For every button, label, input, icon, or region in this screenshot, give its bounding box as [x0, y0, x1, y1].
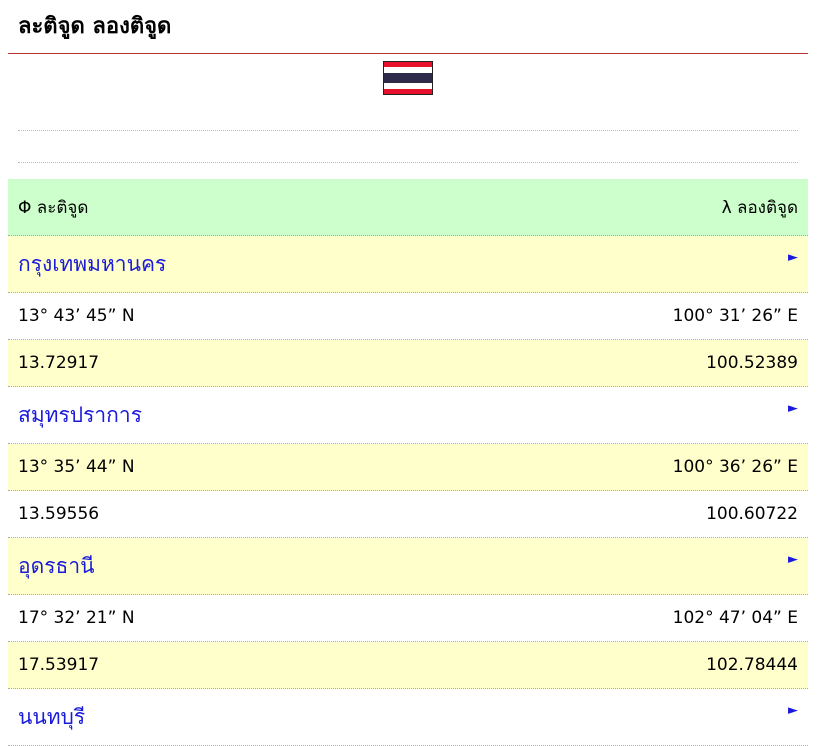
dms-row: 13° 35’ 44” N 100° 36’ 26” E — [8, 444, 808, 491]
dms-row: 13° 43’ 45” N 100° 31’ 26” E — [8, 293, 808, 340]
decimal-row: 13.72917 100.52389 — [8, 340, 808, 387]
thailand-flag-icon — [383, 61, 433, 95]
city-link[interactable]: อุดรธานี — [18, 538, 95, 595]
latitude-dms: 13° 43’ 45” N — [18, 306, 135, 326]
city-link[interactable]: นนทบุรี — [18, 689, 85, 746]
longitude-decimal: 100.52389 — [706, 353, 798, 373]
latitude-decimal: 17.53917 — [18, 655, 100, 675]
divider — [18, 100, 798, 131]
city-row[interactable]: กรุงเทพมหานคร ► — [8, 236, 808, 293]
longitude-decimal: 100.60722 — [706, 504, 798, 524]
decimal-row: 13.59556 100.60722 — [8, 491, 808, 538]
latitude-decimal: 13.59556 — [18, 504, 100, 524]
dms-row: 17° 32’ 21” N 102° 47’ 04” E — [8, 595, 808, 642]
longitude-dms: 100° 36’ 26” E — [672, 457, 798, 477]
latitude-dms: 13° 35’ 44” N — [18, 457, 135, 477]
longitude-decimal: 102.78444 — [706, 655, 798, 675]
city-row[interactable]: นนทบุรี ► — [8, 689, 808, 746]
longitude-header: λ ลองติจูด — [721, 197, 798, 218]
page-title: ละติจูด ลองติจูด — [8, 0, 808, 54]
divider — [18, 131, 798, 163]
city-row[interactable]: สมุทรปราการ ► — [8, 387, 808, 444]
city-row[interactable]: อุดรธานี ► — [8, 538, 808, 595]
longitude-dms: 100° 31’ 26” E — [672, 306, 798, 326]
play-arrow-icon[interactable]: ► — [788, 401, 798, 416]
decimal-row: 17.53917 102.78444 — [8, 642, 808, 689]
city-link[interactable]: สมุทรปราการ — [18, 387, 142, 444]
page: ละติจูด ลองติจูด Φ ละติจูด λ ลองติจูด กร… — [8, 0, 808, 746]
city-link[interactable]: กรุงเทพมหานคร — [18, 236, 166, 293]
latitude-dms: 17° 32’ 21” N — [18, 608, 135, 628]
play-arrow-icon[interactable]: ► — [788, 703, 798, 718]
play-arrow-icon[interactable]: ► — [788, 552, 798, 567]
latitude-header: Φ ละติจูด — [18, 197, 89, 218]
play-arrow-icon[interactable]: ► — [788, 250, 798, 265]
latitude-decimal: 13.72917 — [18, 353, 100, 373]
longitude-dms: 102° 47’ 04” E — [672, 608, 798, 628]
table-header: Φ ละติจูด λ ลองติจูด — [8, 179, 808, 236]
flag-container — [8, 54, 808, 100]
